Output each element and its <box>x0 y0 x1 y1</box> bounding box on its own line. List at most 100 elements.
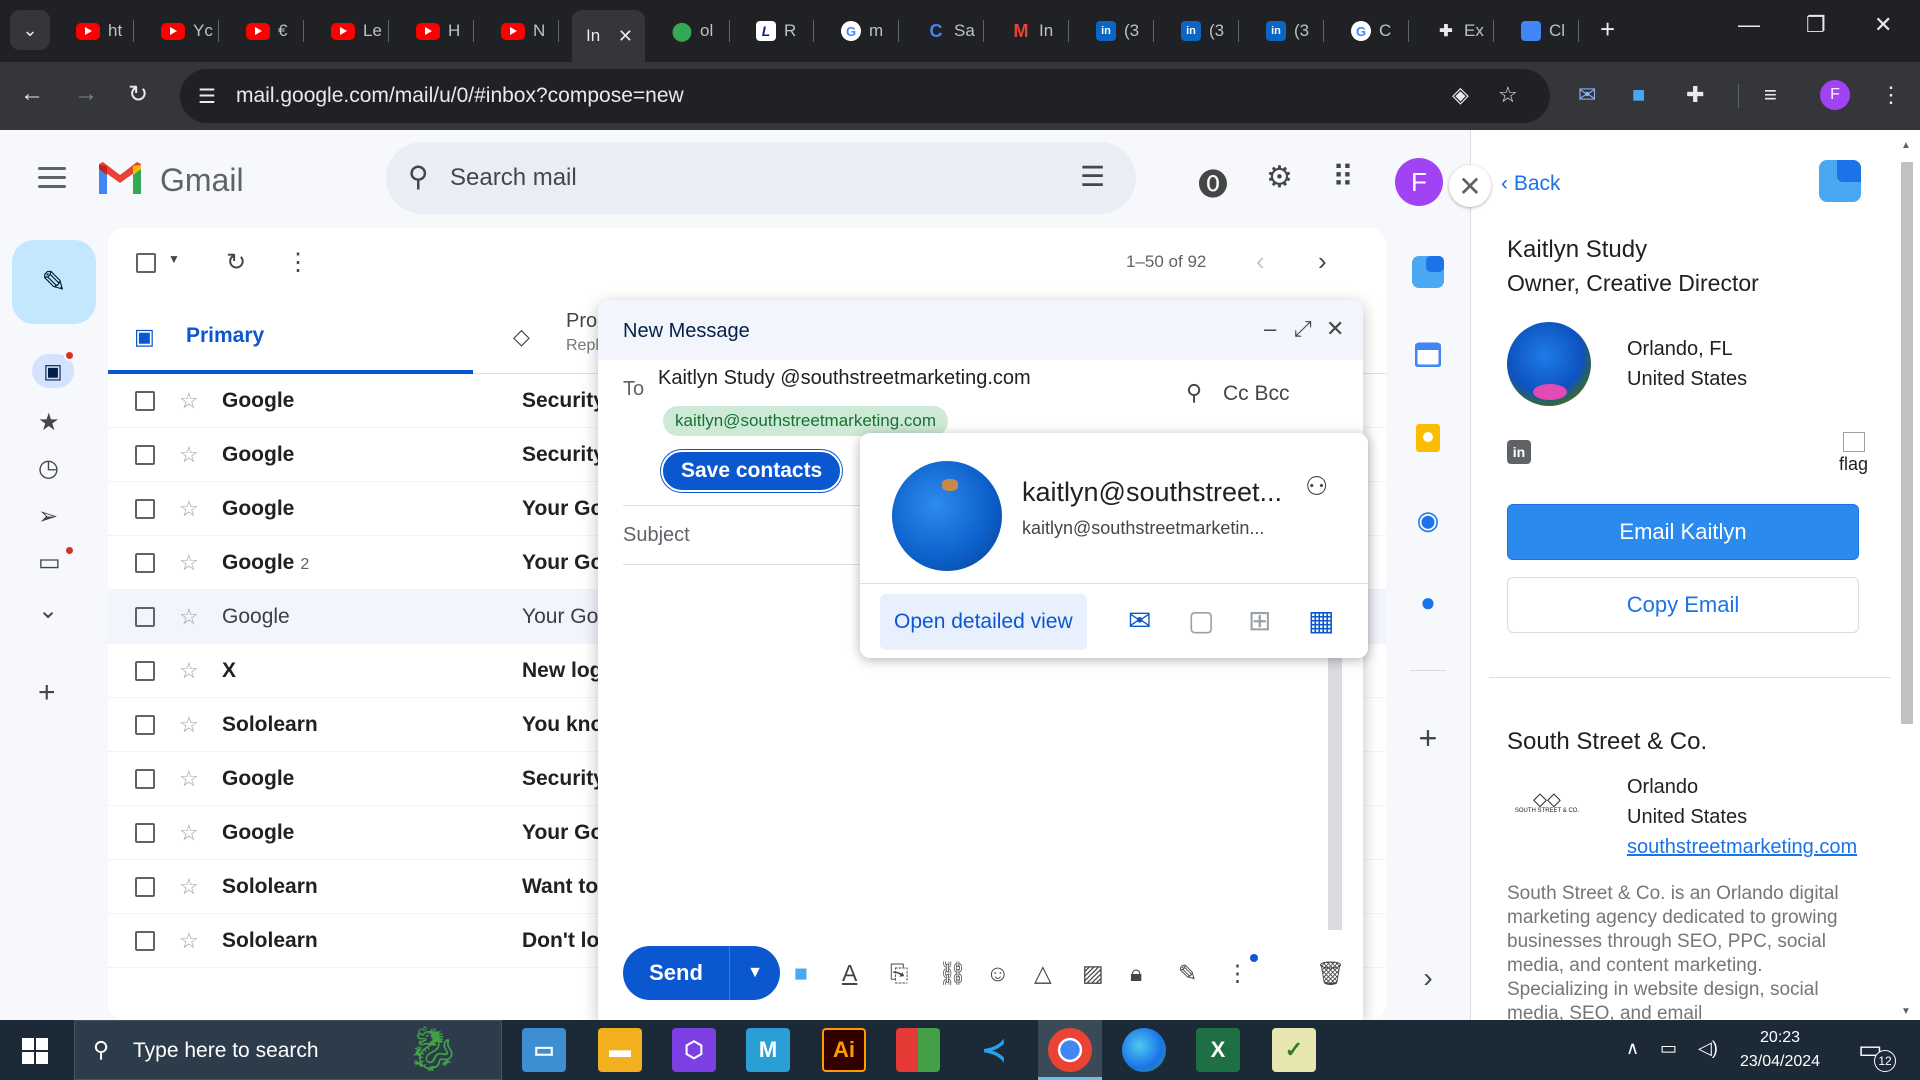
linkedin-icon[interactable]: in <box>1507 440 1531 464</box>
settings-gear-icon[interactable]: ⚙ <box>1266 160 1293 195</box>
url-text[interactable]: mail.google.com/mail/u/0/#inbox?compose=… <box>236 84 684 108</box>
browser-tab[interactable]: Yc <box>147 10 219 52</box>
copilot-app-icon[interactable]: ⬡ <box>672 1028 716 1072</box>
tab-promotions[interactable]: Pro Repl <box>566 310 599 355</box>
close-icon[interactable]: ✕ <box>1326 316 1344 342</box>
calendar-icon[interactable] <box>1410 336 1446 372</box>
browser-tab[interactable]: in (3 <box>1167 10 1239 52</box>
media-queue-icon[interactable]: ≡ <box>1764 82 1777 108</box>
star-icon[interactable]: ☆ <box>179 496 199 522</box>
emoji-icon[interactable]: ☺ <box>986 960 1009 987</box>
copy-email-button[interactable]: Copy Email <box>1507 577 1859 633</box>
expand-panel-chevron-icon[interactable]: › <box>1410 960 1446 996</box>
search-bar[interactable]: ⚲ Search mail ☰ <box>386 142 1136 214</box>
gmail-logo-icon[interactable] <box>96 160 144 198</box>
star-icon[interactable]: ☆ <box>179 658 199 684</box>
office-app-icon[interactable] <box>896 1028 940 1072</box>
file-explorer-icon[interactable]: ▬ <box>598 1028 642 1072</box>
row-checkbox[interactable] <box>135 391 155 411</box>
row-checkbox[interactable] <box>135 715 155 735</box>
row-checkbox[interactable] <box>135 607 155 627</box>
browser-tab[interactable]: in (3 <box>1252 10 1324 52</box>
reload-button[interactable]: ↻ <box>128 80 148 109</box>
send-email-icon[interactable]: ✉ <box>1128 604 1151 637</box>
drive-icon[interactable]: △ <box>1034 960 1052 987</box>
taskview-app-icon[interactable]: ▭ <box>522 1028 566 1072</box>
refresh-icon[interactable]: ↻ <box>226 248 246 277</box>
contact-extension-icon[interactable]: ■ <box>794 960 808 987</box>
row-checkbox[interactable] <box>135 661 155 681</box>
next-page-icon[interactable]: › <box>1318 246 1327 277</box>
star-icon[interactable]: ☆ <box>179 550 199 576</box>
scroll-up-icon[interactable]: ▲ <box>1901 140 1911 151</box>
taskbar-search-box[interactable]: ⚲ Type here to search 🐉︎ <box>74 1020 502 1080</box>
kebab-menu-icon[interactable]: ⋮ <box>1880 82 1902 108</box>
browser-tab[interactable]: LR <box>742 10 814 52</box>
close-window-button[interactable]: ✕ <box>1874 12 1892 38</box>
more-options-icon[interactable]: ⋮ <box>1226 960 1249 987</box>
insert-photo-icon[interactable]: ▨ <box>1082 960 1104 987</box>
search-icon[interactable]: ⚲ <box>1186 380 1202 406</box>
address-bar[interactable]: ☰ mail.google.com/mail/u/0/#inbox?compos… <box>180 69 1550 123</box>
notepad-app-icon[interactable]: ✓ <box>1272 1028 1316 1072</box>
chat-icon[interactable]: ▢ <box>1188 604 1214 637</box>
new-tab-button[interactable]: + <box>1600 14 1615 45</box>
email-contact-button[interactable]: Email Kaitlyn <box>1507 504 1859 560</box>
scroll-thumb[interactable] <box>1901 162 1913 724</box>
close-side-panel-button[interactable]: ✕ <box>1449 165 1491 207</box>
more-options-icon[interactable]: ⋮ <box>286 248 310 277</box>
star-icon[interactable]: ☆ <box>179 388 199 414</box>
add-person-icon[interactable]: ⚇ <box>1305 471 1328 502</box>
star-icon[interactable]: ☆ <box>179 928 199 954</box>
star-icon[interactable]: ☆ <box>179 874 199 900</box>
tag-icon[interactable]: ◇ <box>513 324 530 350</box>
starred-nav-icon[interactable]: ★ <box>38 408 60 437</box>
excel-icon[interactable]: X <box>1196 1028 1240 1072</box>
site-info-icon[interactable]: ☰ <box>198 84 216 109</box>
sent-nav-icon[interactable]: ➢ <box>38 502 58 531</box>
browser-tab[interactable]: C Sa <box>912 10 984 52</box>
discard-trash-icon[interactable]: 🗑︎ <box>1316 960 1345 987</box>
recipient-chip[interactable]: kaitlyn@southstreetmarketing.com <box>663 406 949 436</box>
minimize-icon[interactable]: – <box>1264 316 1276 342</box>
subject-input[interactable]: Subject <box>623 524 690 547</box>
bookmark-star-icon[interactable]: ☆ <box>1498 82 1518 108</box>
main-menu-icon[interactable] <box>38 167 66 194</box>
cc-bcc-link[interactable]: Cc Bcc <box>1223 382 1290 406</box>
search-input[interactable]: Search mail <box>450 164 577 192</box>
row-checkbox[interactable] <box>135 931 155 951</box>
minimize-button[interactable]: — <box>1738 12 1760 38</box>
browser-tab[interactable]: GC <box>1337 10 1409 52</box>
recipient-input[interactable]: Kaitlyn Study @southstreetmarketing.com <box>658 367 1031 390</box>
star-icon[interactable]: ☆ <box>179 442 199 468</box>
expand-icon[interactable]: ⤢ <box>1294 316 1312 342</box>
browser-tab-active[interactable]: In ✕ <box>572 10 645 62</box>
contacts-icon[interactable]: ● <box>1410 584 1446 620</box>
lens-icon[interactable]: ◈ <box>1452 82 1469 108</box>
save-contacts-button[interactable]: Save contacts <box>661 450 843 492</box>
mail-extension-icon[interactable]: ✉ <box>1578 82 1596 108</box>
select-all-checkbox[interactable] <box>136 253 156 273</box>
row-checkbox[interactable] <box>135 445 155 465</box>
network-icon[interactable]: ▭ <box>1660 1038 1677 1059</box>
search-icon[interactable]: ⚲ <box>408 160 429 193</box>
get-addons-plus-icon[interactable]: + <box>1410 720 1446 756</box>
forward-button[interactable]: → <box>74 80 98 108</box>
browser-tab[interactable]: ✚ Ex <box>1422 10 1494 52</box>
schedule-event-icon[interactable]: ▦ <box>1308 604 1334 637</box>
back-link[interactable]: ‹ Back <box>1501 172 1561 196</box>
volume-icon[interactable]: ◁) <box>1698 1038 1718 1059</box>
star-icon[interactable]: ☆ <box>179 604 199 630</box>
add-label-icon[interactable]: + <box>38 676 56 710</box>
account-avatar[interactable]: F <box>1395 158 1443 206</box>
tab-search-button[interactable]: ⌄ <box>10 10 50 50</box>
vscode-icon[interactable]: ≺ <box>972 1028 1016 1072</box>
restore-button[interactable]: ❐ <box>1806 12 1826 38</box>
back-button[interactable]: ← <box>20 80 44 108</box>
video-call-icon[interactable]: ⊞ <box>1248 604 1271 637</box>
browser-tab[interactable]: € <box>232 10 304 52</box>
star-icon[interactable]: ☆ <box>179 766 199 792</box>
compose-scrollbar[interactable] <box>1328 630 1342 930</box>
profile-avatar[interactable]: F <box>1820 80 1850 110</box>
prev-page-icon[interactable]: ‹ <box>1256 246 1265 277</box>
